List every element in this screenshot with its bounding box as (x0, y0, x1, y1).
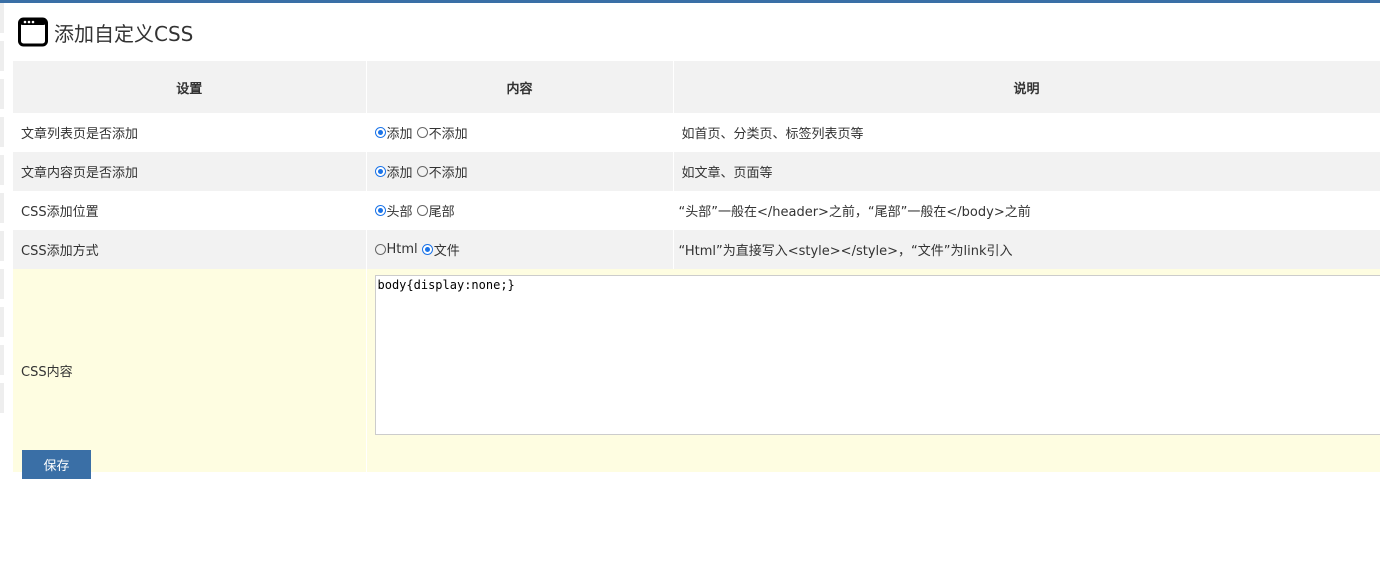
radio-button-checked[interactable] (374, 166, 386, 177)
column-header-content: 内容 (366, 61, 674, 113)
window-icon (18, 17, 48, 47)
top-accent-bar (0, 0, 1380, 3)
setting-label: 文章列表页是否添加 (13, 113, 367, 152)
radio-file[interactable]: 文件 (421, 240, 460, 259)
radio-button[interactable] (416, 205, 428, 216)
table-row: 文章列表页是否添加 添加 不添加 如首页、分类页、标签列表页等 (13, 113, 1380, 152)
setting-label: CSS添加位置 (13, 191, 367, 230)
table-header-row: 设置 内容 说明 (13, 61, 1380, 113)
column-header-setting: 设置 (13, 61, 367, 113)
setting-description: “头部”一般在</header>之前，“尾部”一般在</body>之前 (673, 191, 1380, 230)
radio-button[interactable] (416, 127, 428, 138)
option-group: 添加 不添加 (366, 113, 674, 152)
radio-add[interactable]: 添加 (374, 162, 413, 181)
radio-head[interactable]: 头部 (374, 201, 413, 220)
css-content-textarea[interactable]: body{display:none;} (374, 275, 1380, 435)
radio-button-checked[interactable] (374, 127, 386, 138)
left-edge-strip (0, 3, 7, 463)
table-row: CSS添加方式 Html 文件 “Html”为直接写入<style></styl… (13, 230, 1380, 269)
setting-description: 如文章、页面等 (673, 152, 1380, 191)
radio-button-checked[interactable] (421, 244, 433, 255)
css-content-row: CSS内容 body{display:none;} (13, 269, 1380, 472)
css-editor-cell: body{display:none;} (366, 269, 1380, 472)
settings-table: 设置 内容 说明 文章列表页是否添加 添加 不添加 如首页、分类页、标签列表页等… (13, 61, 1380, 472)
table-row: 文章内容页是否添加 添加 不添加 如文章、页面等 (13, 152, 1380, 191)
radio-button-checked[interactable] (374, 205, 386, 216)
setting-description: “Html”为直接写入<style></style>，“文件”为link引入 (673, 230, 1380, 269)
column-header-description: 说明 (673, 61, 1380, 113)
option-group: Html 文件 (366, 230, 674, 269)
setting-description: 如首页、分类页、标签列表页等 (673, 113, 1380, 152)
radio-not-add[interactable]: 不添加 (416, 162, 468, 181)
save-button[interactable]: 保存 (22, 450, 91, 479)
page-header: 添加自定义CSS (18, 16, 193, 48)
option-group: 添加 不添加 (366, 152, 674, 191)
setting-label: CSS内容 (13, 269, 367, 472)
radio-button[interactable] (416, 166, 428, 177)
page-title: 添加自定义CSS (54, 21, 194, 46)
radio-html[interactable]: Html (374, 242, 418, 257)
option-group: 头部 尾部 (366, 191, 674, 230)
setting-label: 文章内容页是否添加 (13, 152, 367, 191)
table-row: CSS添加位置 头部 尾部 “头部”一般在</header>之前，“尾部”一般在… (13, 191, 1380, 230)
setting-label: CSS添加方式 (13, 230, 367, 269)
radio-tail[interactable]: 尾部 (416, 201, 455, 220)
radio-button[interactable] (374, 244, 386, 255)
radio-not-add[interactable]: 不添加 (416, 123, 468, 142)
radio-add[interactable]: 添加 (374, 123, 413, 142)
